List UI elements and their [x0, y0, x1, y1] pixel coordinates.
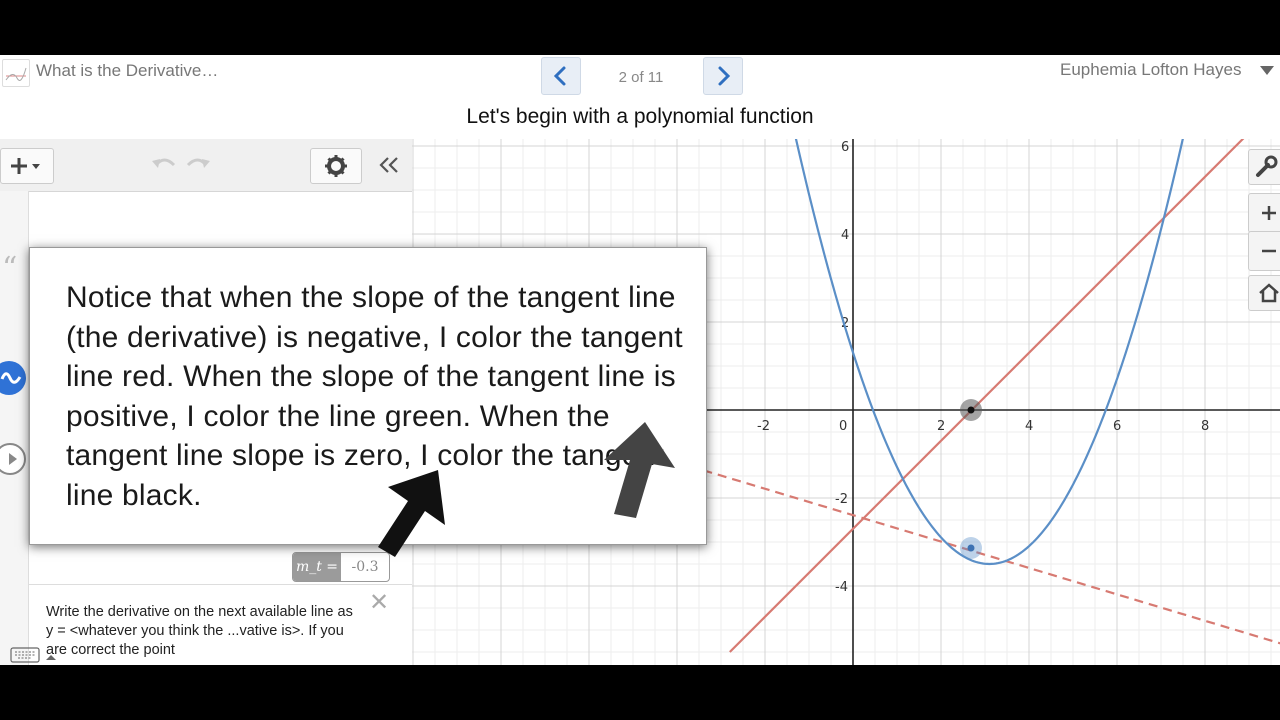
expression-toolbar — [0, 139, 412, 192]
gear-icon — [325, 155, 347, 177]
zoom-out-icon — [1262, 249, 1276, 253]
play-animation-icon[interactable] — [0, 443, 26, 475]
x-tick-label: 2 — [937, 419, 945, 434]
chevron-right-icon — [718, 66, 731, 86]
caret-down-icon[interactable] — [1260, 66, 1274, 76]
x-tick-label: 0 — [839, 419, 847, 434]
x-tick-label: 8 — [1201, 419, 1209, 434]
zoom-in-button[interactable] — [1248, 193, 1280, 233]
video-letterbox-bottom — [0, 665, 1280, 720]
plus-icon — [11, 158, 40, 174]
x-tick-label: -2 — [757, 419, 770, 434]
zoom-in-icon — [1262, 206, 1276, 220]
add-item-button[interactable] — [0, 148, 54, 184]
note-row[interactable]: ✕ Write the derivative on the next avail… — [29, 585, 412, 665]
y-tick-label: 6 — [841, 140, 849, 155]
y-tick-label: -2 — [835, 492, 848, 507]
undo-icon[interactable] — [150, 153, 178, 175]
wrench-icon — [1256, 155, 1278, 177]
note-quote-icon: “ — [2, 251, 18, 286]
screen-prompt: Let's begin with a polynomial function — [466, 105, 814, 128]
next-screen-button[interactable] — [703, 57, 743, 95]
dashed-tangent-line — [703, 469, 1280, 645]
default-viewport-button[interactable] — [1248, 275, 1280, 311]
app-logo-icon — [2, 59, 30, 87]
desmos-wave-icon — [0, 361, 26, 395]
black-arrow-icon — [378, 470, 445, 557]
previous-screen-button[interactable] — [541, 57, 581, 95]
intercept-point — [967, 406, 975, 414]
redo-icon[interactable] — [184, 153, 212, 175]
user-menu-button[interactable]: Euphemia Lofton Hayes — [1060, 60, 1241, 80]
collapse-panel-button[interactable] — [374, 148, 404, 182]
graph-settings-button[interactable] — [1248, 149, 1280, 185]
y-tick-label: -4 — [835, 580, 848, 595]
keyboard-icon[interactable] — [10, 647, 58, 665]
y-tick-label: 4 — [841, 228, 849, 243]
readout-label: m_t = — [293, 553, 341, 581]
x-tick-label: 6 — [1113, 419, 1121, 434]
zoom-out-button[interactable] — [1248, 231, 1280, 271]
video-letterbox-top — [0, 0, 1280, 55]
expression-gutter: “ — [0, 191, 29, 665]
activity-header: What is the Derivative… 2 of 11 Euphemia… — [0, 55, 1280, 139]
note-text: Write the derivative on the next availab… — [46, 604, 353, 658]
tangent-line — [729, 139, 1245, 653]
tangent-point[interactable] — [967, 544, 975, 552]
settings-button[interactable] — [310, 148, 362, 184]
double-chevron-left-icon — [379, 157, 398, 173]
activity-title: What is the Derivative… — [36, 61, 219, 80]
delete-note-icon[interactable]: ✕ — [369, 591, 389, 615]
home-icon — [1259, 283, 1279, 303]
screen-indicator: 2 of 11 — [618, 69, 664, 86]
desmos-activity: What is the Derivative… 2 of 11 Euphemia… — [0, 55, 1280, 665]
chevron-left-icon — [553, 66, 566, 86]
gray-arrow-icon — [604, 422, 675, 518]
x-tick-label: 4 — [1025, 419, 1033, 434]
